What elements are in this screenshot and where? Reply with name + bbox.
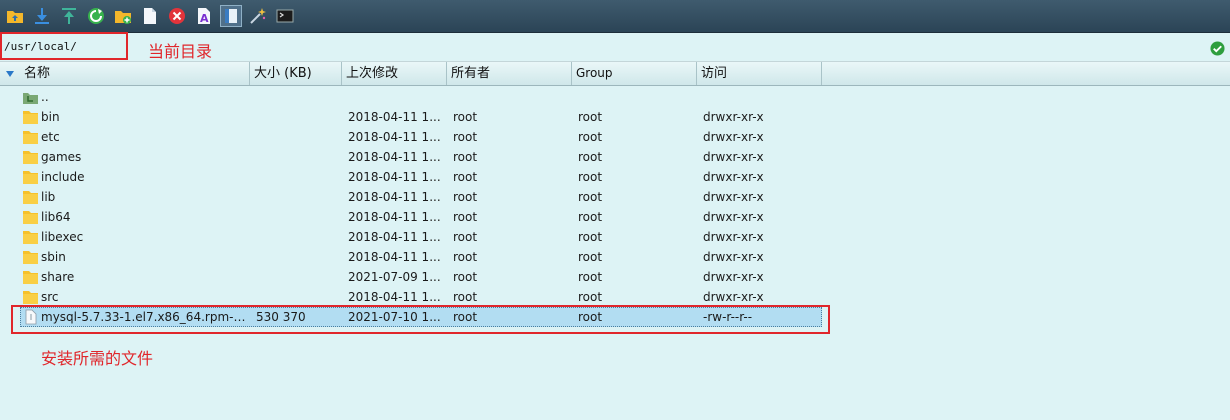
folder-icon [22, 249, 39, 265]
folder-icon [22, 149, 39, 165]
file-owner: root [453, 270, 478, 284]
properties-icon[interactable] [220, 5, 242, 27]
file-name: share [41, 270, 75, 284]
refresh-icon[interactable] [85, 5, 107, 27]
file-row[interactable]: games 2018-04-11 1... root root drwxr-xr-x [0, 147, 1230, 167]
file-group: root [578, 150, 603, 164]
file-row[interactable]: include 2018-04-11 1... root root drwxr-xr-x [0, 167, 1230, 187]
header-access[interactable]: 访问 [697, 62, 822, 85]
file-group: root [578, 210, 603, 224]
header-owner[interactable]: 所有者 [447, 62, 572, 85]
file-name: lib [41, 190, 56, 204]
terminal-icon[interactable] [274, 5, 296, 27]
file-name: games [41, 150, 82, 164]
new-folder-icon[interactable] [112, 5, 134, 27]
file-group: root [578, 190, 603, 204]
folder-icon [22, 229, 39, 245]
folder-icon [22, 269, 39, 285]
toolbar: A [0, 0, 1230, 33]
file-owner: root [453, 290, 478, 304]
file-row[interactable]: etc 2018-04-11 1... root root drwxr-xr-x [0, 127, 1230, 147]
file-access: drwxr-xr-x [703, 150, 764, 164]
header-group[interactable]: Group [572, 62, 697, 85]
file-modified: 2018-04-11 1... [348, 130, 441, 144]
delete-icon[interactable] [166, 5, 188, 27]
file-row[interactable]: lib 2018-04-11 1... root root drwxr-xr-x [0, 187, 1230, 207]
file-group: root [578, 130, 603, 144]
header-filler [822, 62, 1230, 85]
file-row[interactable]: sbin 2018-04-11 1... root root drwxr-xr-x [0, 247, 1230, 267]
file-access: drwxr-xr-x [703, 250, 764, 264]
file-modified: 2018-04-11 1... [348, 210, 441, 224]
folder-icon [22, 169, 39, 185]
rename-icon[interactable]: A [193, 5, 215, 27]
file-row[interactable]: src 2018-04-11 1... root root drwxr-xr-x [0, 287, 1230, 307]
file-modified: 2018-04-11 1... [348, 190, 441, 204]
header-name[interactable]: 名称 [0, 62, 250, 85]
file-name: sbin [41, 250, 66, 264]
folder-icon [22, 129, 39, 145]
file-name: lib64 [41, 210, 71, 224]
file-group: root [578, 110, 603, 124]
parent-folder-icon [22, 89, 39, 105]
folder-icon [22, 189, 39, 205]
new-file-icon[interactable] [139, 5, 161, 27]
folder-icon [22, 109, 39, 125]
file-access: drwxr-xr-x [703, 290, 764, 304]
file-group: root [578, 250, 603, 264]
file-access: drwxr-xr-x [703, 170, 764, 184]
file-access: drwxr-xr-x [703, 190, 764, 204]
file-row[interactable]: lib64 2018-04-11 1... root root drwxr-xr-x [0, 207, 1230, 227]
file-modified: 2018-04-11 1... [348, 170, 441, 184]
file-modified: 2018-04-11 1... [348, 150, 441, 164]
file-modified: 2018-04-11 1... [348, 230, 441, 244]
file-name: etc [41, 130, 60, 144]
header-modified[interactable]: 上次修改 [342, 62, 447, 85]
file-owner: root [453, 190, 478, 204]
folder-icon [22, 209, 39, 225]
upload-icon[interactable] [58, 5, 80, 27]
file-owner: root [453, 250, 478, 264]
header-size[interactable]: 大小 (KB) [250, 62, 342, 85]
folder-icon [22, 289, 39, 305]
file-group: root [578, 270, 603, 284]
file-modified: 2018-04-11 1... [348, 110, 441, 124]
file-name: include [41, 170, 85, 184]
file-access: drwxr-xr-x [703, 110, 764, 124]
file-access: drwxr-xr-x [703, 210, 764, 224]
file-name: bin [41, 110, 60, 124]
file-access: drwxr-xr-x [703, 230, 764, 244]
file-modified: 2021-07-09 1... [348, 270, 441, 284]
parent-folder-icon[interactable] [4, 5, 26, 27]
file-owner: root [453, 170, 478, 184]
file-row[interactable]: libexec 2018-04-11 1... root root drwxr-xr-x [0, 227, 1230, 247]
required-file-label: 安装所需的文件 [41, 349, 154, 368]
file-group: root [578, 170, 603, 184]
file-access: drwxr-xr-x [703, 270, 764, 284]
file-access: drwxr-xr-x [703, 130, 764, 144]
file-owner: root [453, 150, 478, 164]
current-dir-highlight [0, 32, 128, 60]
file-row[interactable]: .. [0, 87, 1230, 107]
file-row[interactable]: bin 2018-04-11 1... root root drwxr-xr-x [0, 107, 1230, 127]
file-modified: 2018-04-11 1... [348, 290, 441, 304]
current-dir-label: 当前目录 [148, 42, 213, 61]
file-owner: root [453, 230, 478, 244]
file-name: libexec [41, 230, 84, 244]
file-owner: root [453, 110, 478, 124]
wand-icon[interactable] [247, 5, 269, 27]
download-icon[interactable] [31, 5, 53, 27]
file-modified: 2018-04-11 1... [348, 250, 441, 264]
file-owner: root [453, 210, 478, 224]
file-group: root [578, 290, 603, 304]
column-header: 名称 大小 (KB) 上次修改 所有者 Group 访问 [0, 62, 1230, 86]
svg-text:A: A [200, 12, 209, 25]
check-icon[interactable] [1210, 41, 1225, 56]
file-group: root [578, 230, 603, 244]
required-file-highlight [11, 305, 830, 334]
file-owner: root [453, 130, 478, 144]
file-name: .. [41, 90, 49, 104]
file-name: src [41, 290, 59, 304]
file-row[interactable]: share 2021-07-09 1... root root drwxr-xr-x [0, 267, 1230, 287]
